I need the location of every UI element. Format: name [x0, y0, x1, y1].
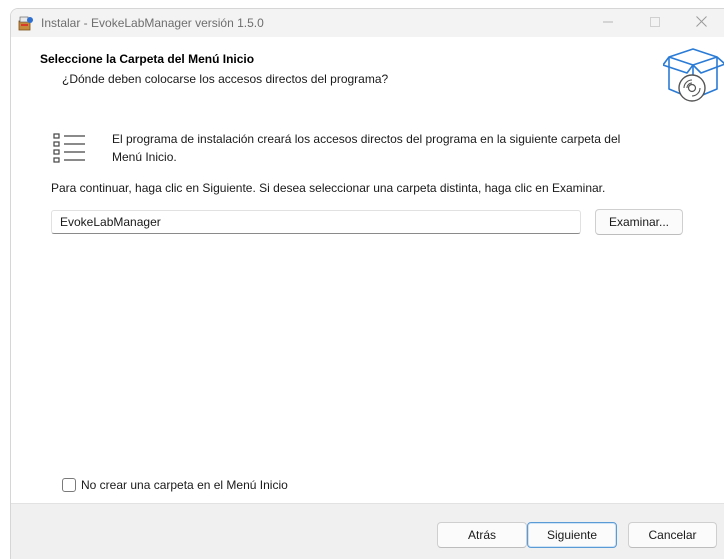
continue-instructions: Para continuar, haga clic en Siguiente. …	[51, 181, 606, 195]
start-menu-folder-input[interactable]	[51, 210, 581, 234]
window-title: Instalar - EvokeLabManager versión 1.5.0	[41, 16, 264, 30]
page-title: Seleccione la Carpeta del Menú Inicio	[40, 52, 255, 66]
next-button[interactable]: Siguiente	[527, 522, 617, 548]
no-folder-checkbox-label[interactable]: No crear una carpeta en el Menú Inicio	[81, 478, 288, 492]
start-menu-list-icon	[53, 132, 87, 164]
title-bar[interactable]: Instalar - EvokeLabManager versión 1.5.0	[11, 9, 724, 37]
maximize-icon	[650, 16, 660, 30]
close-button[interactable]	[679, 9, 723, 37]
software-box-cd-icon	[662, 43, 724, 107]
installer-window: Instalar - EvokeLabManager versión 1.5.0…	[10, 8, 724, 559]
info-line-2: Menú Inicio.	[112, 150, 177, 164]
wizard-body: El programa de instalación creará los ac…	[11, 112, 724, 503]
info-line-1: El programa de instalación creará los ac…	[112, 132, 621, 146]
minimize-icon	[603, 16, 613, 30]
setup-box-icon	[18, 15, 34, 31]
back-button[interactable]: Atrás	[437, 522, 527, 548]
info-text: El programa de instalación creará los ac…	[112, 130, 682, 166]
no-folder-option[interactable]: No crear una carpeta en el Menú Inicio	[62, 478, 288, 492]
page-subtitle: ¿Dónde deben colocarse los accesos direc…	[62, 72, 389, 86]
no-folder-checkbox[interactable]	[62, 478, 76, 492]
browse-button[interactable]: Examinar...	[595, 209, 683, 235]
minimize-button[interactable]	[586, 9, 630, 37]
close-icon	[695, 16, 707, 30]
maximize-button[interactable]	[633, 9, 677, 37]
wizard-header: Seleccione la Carpeta del Menú Inicio ¿D…	[11, 37, 724, 112]
wizard-footer: Atrás Siguiente Cancelar	[11, 503, 724, 559]
cancel-button[interactable]: Cancelar	[628, 522, 717, 548]
